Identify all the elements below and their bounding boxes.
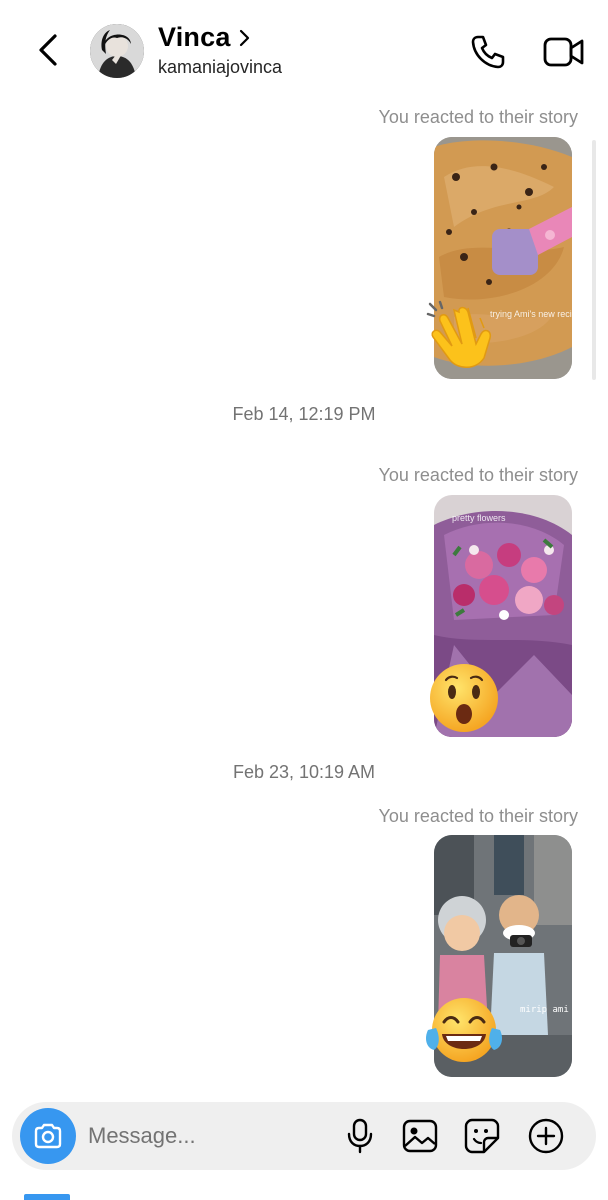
message-composer	[12, 1102, 596, 1170]
microphone-icon	[347, 1118, 373, 1154]
message-input[interactable]	[88, 1116, 328, 1156]
reaction-label: You reacted to their story	[378, 465, 578, 485]
story-caption: pretty flowers	[452, 513, 506, 523]
chevron-right-icon	[239, 29, 249, 46]
avatar[interactable]	[90, 24, 144, 78]
reaction-label: You reacted to their story	[378, 107, 578, 127]
chevron-left-icon	[39, 34, 57, 66]
reaction-emoji-clapping-hands	[424, 298, 500, 374]
back-button[interactable]	[30, 30, 66, 70]
camera-button[interactable]	[20, 1108, 76, 1164]
sticker-icon	[464, 1118, 500, 1154]
contact-name[interactable]: Vinca	[158, 22, 231, 53]
sticker-button[interactable]	[462, 1116, 502, 1156]
timestamp: Feb 14, 12:19 PM	[232, 404, 376, 424]
chat-header: Vinca kamaniajovinca	[0, 0, 608, 100]
contact-username: kamaniajovinca	[158, 57, 283, 77]
contact-info[interactable]: Vinca kamaniajovinca	[158, 22, 282, 78]
voice-message-button[interactable]	[340, 1116, 380, 1156]
scrollbar[interactable]	[592, 140, 596, 380]
phone-icon	[471, 35, 505, 69]
bottom-edge	[0, 1192, 608, 1200]
gallery-button[interactable]	[400, 1116, 440, 1156]
reaction-emoji-face-with-open-mouth	[426, 660, 502, 736]
video-call-button[interactable]	[540, 30, 588, 74]
reaction-emoji-face-with-tears-of-joy	[424, 996, 502, 1072]
timestamp: Feb 23, 10:19 AM	[232, 762, 376, 782]
video-camera-icon	[543, 37, 584, 67]
audio-call-button[interactable]	[466, 30, 510, 74]
story-caption: mirip ami ♥	[520, 1005, 572, 1015]
plus-circle-icon	[528, 1118, 564, 1154]
story-caption: trying Ami's new recipe	[490, 309, 572, 319]
reaction-label: You reacted to their story	[378, 806, 578, 826]
camera-icon	[34, 1123, 62, 1149]
image-icon	[402, 1119, 438, 1153]
more-options-button[interactable]	[526, 1116, 566, 1156]
